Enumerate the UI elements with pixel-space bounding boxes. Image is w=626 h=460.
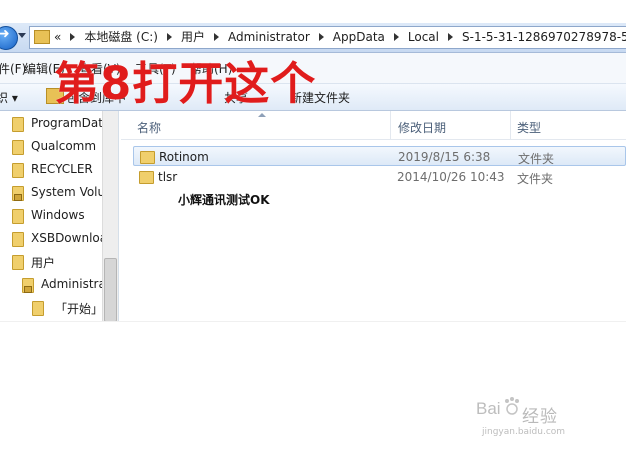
column-header-row: 名称 修改日期 类型 xyxy=(121,111,626,140)
tree-item-windows[interactable]: Windows xyxy=(0,206,118,226)
scrollbar-thumb[interactable] xyxy=(104,258,117,322)
file-type: 文件夹 xyxy=(518,152,555,166)
folder-icon xyxy=(139,171,154,184)
back-arrow-icon: ➜ xyxy=(0,26,10,42)
folder-icon xyxy=(12,209,24,224)
baidu-paw-logo: Bai xyxy=(476,397,519,418)
breadcrumb-sid[interactable]: S-1-5-31-1286970278978-571 xyxy=(462,30,626,44)
folder-icon xyxy=(34,30,50,44)
folder-icon xyxy=(140,151,155,164)
pane-splitter[interactable] xyxy=(118,111,119,321)
tree-item-programdata[interactable]: ProgramData xyxy=(0,114,118,134)
step-overlay-title: 第8打开这个 xyxy=(54,57,317,110)
file-date: 2019/8/15 6:38 xyxy=(398,150,491,164)
tree-item-label: Qualcomm xyxy=(31,139,97,153)
annotation-caption: 小辉通讯测试OK xyxy=(178,193,270,207)
watermark-url: jingyan.baidu.com xyxy=(482,427,566,437)
tree-item-label: RECYCLER xyxy=(31,162,93,176)
file-row-tlsr[interactable]: tlsr 2014/10/26 10:43 文件夹 xyxy=(133,167,626,187)
folder-icon xyxy=(12,140,24,155)
tree-item-start-menu[interactable]: 「开始」菜单 xyxy=(0,298,118,318)
tree-item-label: Windows xyxy=(31,208,85,222)
tree-item-label: ProgramData xyxy=(31,116,111,130)
column-header-name[interactable]: 名称 xyxy=(137,119,161,136)
folder-icon xyxy=(12,255,24,270)
breadcrumb-administrator[interactable]: Administrator xyxy=(228,30,310,44)
breadcrumb-local[interactable]: Local xyxy=(408,30,439,44)
breadcrumb-drive-c[interactable]: 本地磁盘 (C:) xyxy=(84,30,158,44)
tree-item-system-volume[interactable]: System Volume Information xyxy=(0,183,118,203)
breadcrumb-overflow[interactable]: « xyxy=(54,30,61,44)
shortcut-folder-icon xyxy=(32,301,44,316)
tree-item-administrator[interactable]: Administrator xyxy=(0,275,118,295)
svg-text:Bai: Bai xyxy=(476,399,501,418)
breadcrumb-appdata[interactable]: AppData xyxy=(333,30,385,44)
locked-folder-icon xyxy=(12,186,24,201)
file-date: 2014/10/26 10:43 xyxy=(397,170,505,184)
address-bar[interactable]: « 本地磁盘 (C:) 用户 Administrator AppData Local S-1… xyxy=(29,26,626,49)
menu-file[interactable]: 件(F) xyxy=(0,60,26,77)
column-divider[interactable] xyxy=(510,111,511,139)
sort-ascending-icon xyxy=(258,113,266,117)
file-name: tlsr xyxy=(158,170,178,184)
breadcrumb: « 本地磁盘 (C:) 用户 Administrator AppData Local S-1… xyxy=(54,29,626,45)
tree-item-recycler[interactable]: RECYCLER xyxy=(0,160,118,180)
user-folder-icon xyxy=(22,278,34,293)
recent-pages-dropdown[interactable] xyxy=(18,33,26,38)
file-type: 文件夹 xyxy=(517,172,554,186)
column-header-date[interactable]: 修改日期 xyxy=(398,119,446,136)
breadcrumb-users[interactable]: 用户 xyxy=(181,30,205,44)
folder-icon xyxy=(12,163,24,178)
folder-icon xyxy=(12,232,24,247)
file-row-rotinom[interactable]: Rotinom 2019/8/15 6:38 文件夹 xyxy=(133,146,626,166)
column-divider[interactable] xyxy=(390,111,391,139)
address-bar-row: ➜ « 本地磁盘 (C:) 用户 Administrator AppData Local S… xyxy=(0,23,626,53)
file-name: Rotinom xyxy=(159,150,209,164)
window-bottom-edge xyxy=(0,321,626,322)
folder-icon xyxy=(12,117,24,132)
navigation-pane: ProgramData Qualcomm RECYCLER System Vol… xyxy=(0,111,118,321)
tree-item-xsbdownloads[interactable]: XSBDownloads xyxy=(0,229,118,249)
tree-item-label: 用户 xyxy=(31,256,56,270)
column-header-type[interactable]: 类型 xyxy=(517,119,541,136)
watermark-brand: 经验 xyxy=(522,407,558,427)
tree-item-qualcomm[interactable]: Qualcomm xyxy=(0,137,118,157)
organize-button[interactable]: 织 ▾ xyxy=(0,89,18,106)
tree-item-users[interactable]: 用户 xyxy=(0,252,118,272)
